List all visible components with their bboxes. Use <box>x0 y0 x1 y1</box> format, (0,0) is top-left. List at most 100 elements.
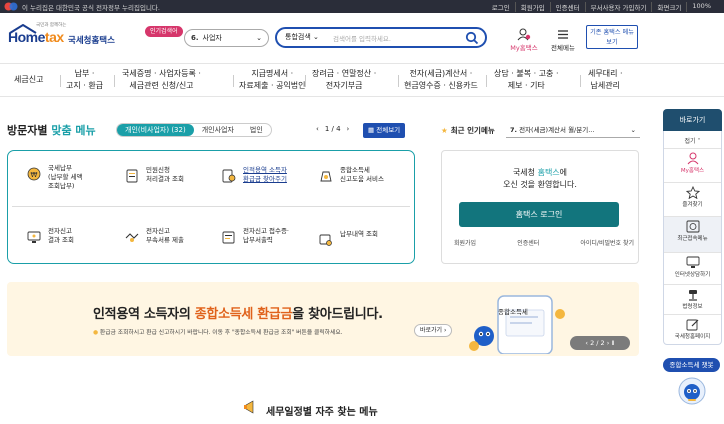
menu-e-report-attachment[interactable]: 전자신고 부속서류 제출 <box>124 227 184 245</box>
nav-statement[interactable]: 지급명세서 · 자료제출 · 공익법인 <box>239 68 306 92</box>
quick-my-hometax[interactable]: My홈택스 <box>664 148 721 182</box>
top-dept-signup-link[interactable]: 부서사용자 가입하기 <box>584 2 652 12</box>
logo-korean[interactable]: 국세청홈택스 <box>68 34 115 46</box>
tab-individual[interactable]: 개인(비사업자) (32) <box>117 124 194 136</box>
top-links: 로그인 회원가입 인증센터 부서사용자 가입하기 화면크기 100% <box>487 2 716 12</box>
arrow-right-icon: › <box>444 327 447 334</box>
schedule-menu-title: 세무일정별 자주 찾는 메뉴 <box>266 407 378 418</box>
top-login-link[interactable]: 로그인 <box>487 2 515 12</box>
nav-incentive[interactable]: 장려금 · 연말정산 · 전자기부금 <box>312 68 376 92</box>
nav-e-invoice[interactable]: 전자(세금)계산서 · 현금영수증 · 신용카드 <box>404 68 478 92</box>
tab-sole-proprietor[interactable]: 개인사업자 <box>194 124 242 136</box>
quick-favorites[interactable]: 즐겨찾기 <box>664 182 721 216</box>
search-icon[interactable] <box>465 31 479 45</box>
money-bag-icon <box>320 171 332 182</box>
banner-title: 인적용역 소득자의 종합소득세 환급금을 찾아드립니다. <box>93 307 383 322</box>
next-page-icon[interactable]: › <box>347 125 350 133</box>
login-links: 회원가입 인증센터 아이디/비밀번호 찾기 <box>454 238 634 247</box>
banner-go-button[interactable]: 바로가기 › <box>414 324 453 337</box>
edit-icon <box>686 319 698 331</box>
view-all-button[interactable]: ▦ 전체보기 <box>363 123 406 138</box>
top-cert-link[interactable]: 인증센터 <box>549 2 585 12</box>
popular-menu-title: ★ 최근 인기메뉴 <box>441 126 495 135</box>
popular-search-select[interactable]: 6. 사업자 ⌄ <box>184 29 269 47</box>
grid-icon: ▦ <box>368 126 375 134</box>
chart-magnifier-icon <box>319 234 332 246</box>
section-title: 방문자별 맞춤 메뉴 <box>7 124 96 137</box>
gov-notice-bar: 이 누리집은 대한민국 공식 전자정부 누리집입니다. 로그인 회원가입 인증센… <box>0 0 724 13</box>
menu-e-report-result[interactable]: 전자신고 결과 조회 <box>26 227 74 245</box>
popular-menu-select[interactable]: 7. 전자(세금)계산서 월/분기... ⌄ <box>506 122 640 138</box>
menu-civil-result[interactable]: 민원신청 처리결과 조회 <box>124 166 184 184</box>
quick-links-title: 바로가기 <box>663 109 722 131</box>
find-id-pw-link[interactable]: 아이디/비밀번호 찾기 <box>580 238 634 247</box>
chevron-down-icon: ⌄ <box>256 34 262 42</box>
nav-payment[interactable]: 납부 · 고지 · 환급 <box>66 68 103 92</box>
quick-law-info[interactable]: 법령정보 <box>664 284 721 314</box>
coin-icon: ₩ <box>27 167 41 181</box>
quick-fold-button[interactable]: 접기 ˄ <box>663 136 722 145</box>
banner-prev-icon[interactable]: ‹ <box>585 339 588 347</box>
gov-emblem-icon <box>4 2 18 11</box>
nav-certificate[interactable]: 국세증명 · 사업자등록 · 세금관련 신청/신고 <box>122 68 201 92</box>
login-button[interactable]: 홈택스 로그인 <box>459 202 619 227</box>
quick-online-consult[interactable]: 인터넷상담하기 <box>664 252 721 284</box>
top-screen-size-label: 화면크기 <box>651 2 686 12</box>
top-signup-link[interactable]: 회원가입 <box>514 2 550 12</box>
menu-tax-payment[interactable]: ₩ 국세납부 (납부할 세액 조회납부) <box>26 164 83 191</box>
hometax-logo[interactable]: Hometax <box>8 29 64 45</box>
menu-divider <box>12 206 410 207</box>
star-icon: ★ <box>441 126 448 135</box>
visitor-tabs: 개인(비사업자) (32) 개인사업자 법인 <box>116 123 272 137</box>
tab-corporation[interactable]: 법인 <box>242 124 271 136</box>
logo-subtitle: 국민과 함께하는 <box>36 23 67 28</box>
hamburger-icon <box>558 30 568 39</box>
handshake-icon <box>125 233 139 242</box>
coin-dot-icon: ● <box>93 330 99 336</box>
banner-subtitle: ● 환급금 조회하시고 환급 신고하시기 바랍니다. 이동 후 "종합소득세 환… <box>93 330 343 336</box>
monitor-icon <box>27 231 41 243</box>
document-search-icon <box>222 169 236 183</box>
old-hometax-button[interactable]: 기존 홈택스 메뉴 보기 <box>586 25 638 49</box>
search-input[interactable]: 검색어를 입력하세요. <box>333 33 391 43</box>
star-outline-icon <box>685 186 700 199</box>
search-category-select[interactable]: 통합검색 ⌄ <box>285 32 319 42</box>
quick-recent-menu[interactable]: 최근접속메뉴 <box>664 216 721 252</box>
menu-refund-find[interactable]: 인적용역 소득자 환급금 찾아주기 <box>221 166 287 184</box>
top-zoom-value[interactable]: 100% <box>686 2 716 12</box>
all-menu-button[interactable]: 전체메뉴 <box>545 28 581 52</box>
document-icon <box>126 169 138 183</box>
chatbot-mascot-icon[interactable] <box>678 376 706 406</box>
pause-icon[interactable]: Ⅱ <box>611 339 614 347</box>
refund-phone-illustration <box>469 295 565 354</box>
chevron-up-icon: ˄ <box>697 138 701 145</box>
chatbot-label[interactable]: 종합소득세 챗봇 <box>663 358 720 372</box>
gavel-icon <box>688 290 697 301</box>
menu-receipt-print[interactable]: 전자신고 접수증· 납부서출력 <box>221 227 289 245</box>
quick-nts-homepage[interactable]: 국세청홈페이지 <box>664 314 721 344</box>
popular-search-badge: 인기검색어 <box>145 26 183 37</box>
megaphone-icon <box>244 400 254 414</box>
menu-pager: ‹ 1 / 4 › <box>316 125 349 133</box>
banner-pager: ‹ 2 / 2 › Ⅱ <box>570 336 630 350</box>
signup-link[interactable]: 회원가입 <box>454 238 476 247</box>
search-bar: 통합검색 ⌄ 검색어를 입력하세요. <box>275 27 487 48</box>
nav-consult[interactable]: 상담 · 불복 · 고충 · 제보 · 기타 <box>494 68 559 92</box>
menu-payment-history[interactable]: 납부내역 조회 <box>318 230 378 248</box>
cert-center-link[interactable]: 인증센터 <box>517 238 539 247</box>
nav-tax-report[interactable]: 세금신고 <box>14 74 43 86</box>
main-nav: 세금신고 납부 · 고지 · 환급 국세증명 · 사업자등록 · 세금관련 신청/신… <box>0 63 724 97</box>
prev-page-icon[interactable]: ‹ <box>316 125 319 133</box>
monitor-icon <box>686 256 699 268</box>
banner-page-indicator: 2 / 2 <box>590 339 605 347</box>
menu-income-tax-help[interactable]: 종합소득세 신고도움 서비스 <box>318 166 384 184</box>
recent-icon <box>686 220 699 233</box>
svg-text:₩: ₩ <box>31 171 38 179</box>
banner-card-label: 종합소득세 <box>498 308 528 316</box>
banner-next-icon[interactable]: › <box>607 339 610 347</box>
chevron-down-icon: ⌄ <box>630 126 636 134</box>
welcome-message: 국세청 홈택스에 오신 것을 환영합니다. <box>503 168 577 189</box>
nav-agent[interactable]: 세무대리 · 납세관리 <box>588 68 623 92</box>
my-hometax-button[interactable]: My홈택스 <box>506 28 542 52</box>
page-indicator: 1 / 4 <box>324 125 341 133</box>
